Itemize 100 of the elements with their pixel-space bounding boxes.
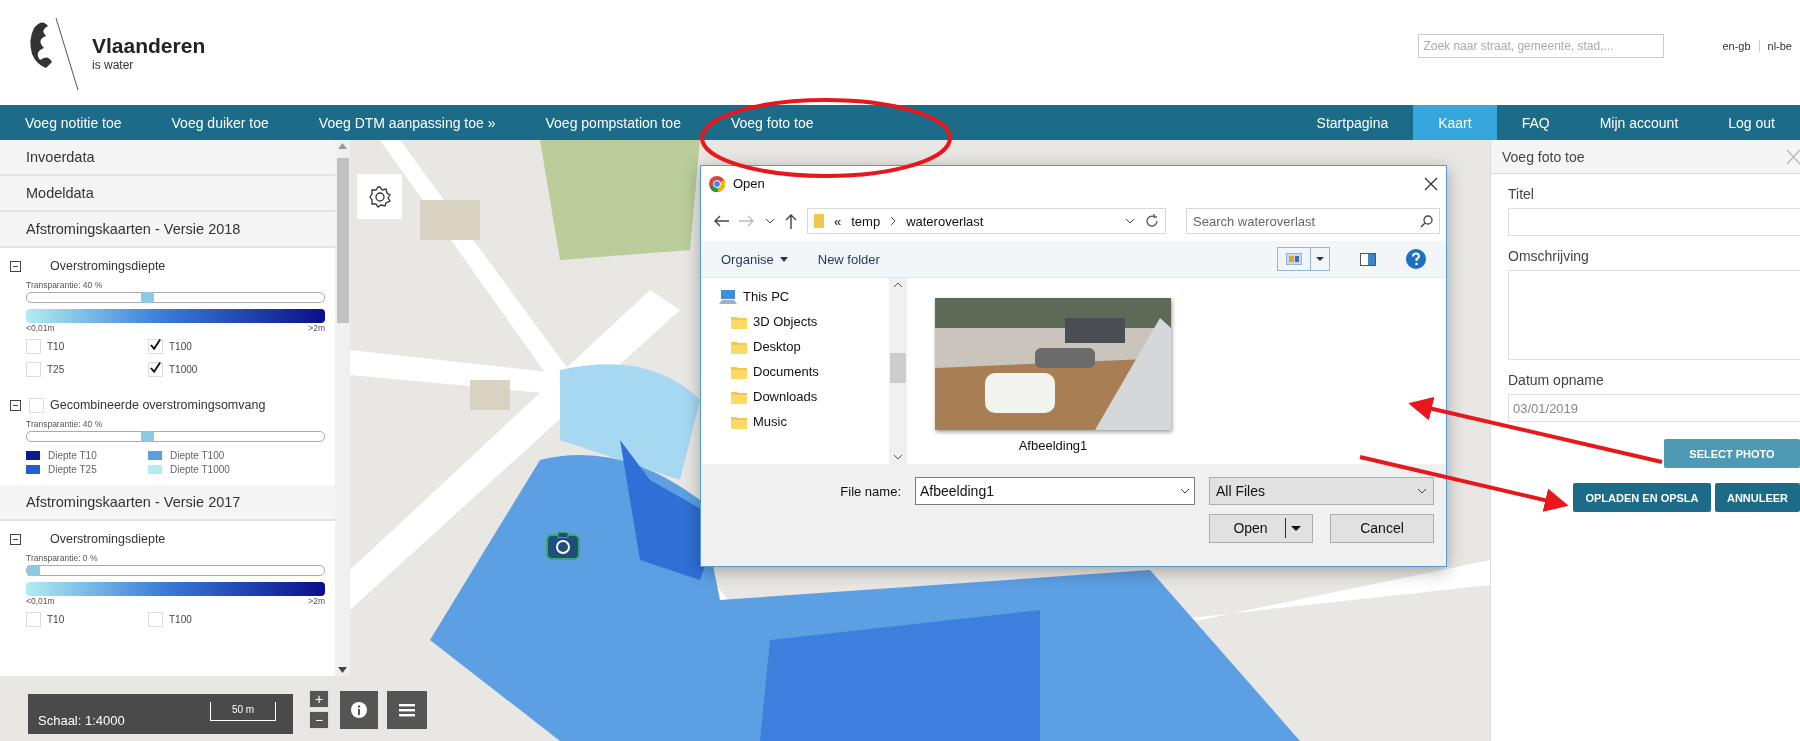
date-field[interactable]: 03/01/2019 (1508, 394, 1800, 422)
view-options-button[interactable] (1277, 247, 1330, 271)
section-header[interactable]: Afstromingskaarten - Versie 2018 (0, 212, 335, 248)
tree-item[interactable]: Desktop (753, 339, 801, 354)
checkbox[interactable] (26, 362, 41, 377)
new-folder-button[interactable]: New folder (817, 251, 880, 267)
search-field[interactable]: Search wateroverlast (1186, 208, 1440, 234)
chevron-down-icon[interactable] (765, 218, 775, 224)
tree-item[interactable]: Documents (753, 364, 819, 379)
layer-name: Overstromingsdiepte (50, 259, 166, 273)
camera-marker-icon[interactable] (546, 532, 580, 560)
field-label: Datum opname (1508, 372, 1605, 388)
legend-label: Diepte T25 (48, 464, 97, 475)
file-type-dropdown[interactable]: All Files (1209, 477, 1434, 505)
scroll-up-icon[interactable] (893, 282, 903, 288)
tree-item[interactable]: Downloads (753, 389, 818, 404)
file-name-label: File name: (839, 483, 901, 499)
caret-icon[interactable] (779, 256, 788, 262)
title-field[interactable] (1508, 208, 1800, 236)
scale-min-label: <0,01m (26, 596, 55, 606)
layer-name: Overstromingsdiepte (50, 532, 166, 546)
site-subtitle: is water (92, 57, 135, 72)
slider-thumb[interactable] (140, 292, 154, 303)
checkbox[interactable] (29, 397, 44, 413)
nav-item[interactable]: Voeg pompstation toe (520, 105, 706, 140)
collapse-icon[interactable] (10, 260, 21, 272)
checkbox[interactable] (148, 612, 163, 627)
scroll-down-icon[interactable] (893, 454, 903, 460)
nav-item[interactable]: Voeg duiker toe (146, 105, 294, 140)
language-link[interactable]: nl-be (1759, 40, 1800, 52)
zoom-out-button[interactable]: − (309, 711, 329, 729)
zoom-in-button[interactable]: + (309, 690, 329, 708)
scale-max-label: >2m (308, 596, 325, 606)
back-arrow-icon[interactable] (713, 215, 729, 227)
scale-bar: 50 m (210, 702, 276, 721)
search-field[interactable]: Zoek naar straat, gemeente, stad,... (1418, 34, 1665, 58)
nav-item[interactable]: Voeg foto toe (705, 105, 839, 140)
checkbox[interactable] (148, 362, 163, 377)
chevron-down-icon[interactable] (1125, 218, 1135, 224)
language-link[interactable]: en-gb (1714, 40, 1760, 52)
tree-item[interactable]: 3D Objects (753, 314, 818, 329)
path-segment[interactable]: wateroverlast (906, 213, 984, 229)
picture-view-icon (1286, 253, 1302, 265)
folder-icon (731, 339, 747, 354)
nav-item[interactable]: Voeg notitie toe (0, 105, 147, 140)
section-header[interactable]: Afstromingskaarten - Versie 2017 (0, 485, 335, 521)
tree-item[interactable]: This PC (743, 289, 790, 304)
path-segment[interactable]: temp (851, 213, 881, 229)
slider-thumb[interactable] (27, 565, 40, 576)
chevron-down-icon[interactable] (1180, 488, 1190, 494)
option-label: T25 (47, 364, 65, 375)
transparency-label: Transparantie: 0 % (26, 553, 99, 563)
collapse-icon[interactable] (10, 399, 21, 411)
checkbox[interactable] (148, 339, 163, 354)
file-name-field[interactable]: Afbeelding1 (915, 477, 1195, 505)
scroll-down-icon[interactable] (338, 667, 347, 673)
address-bar[interactable]: « temp wateroverlast (807, 208, 1166, 234)
nav-item[interactable]: FAQ (1496, 105, 1575, 140)
preview-pane-icon[interactable] (1360, 252, 1376, 266)
help-icon[interactable] (1406, 249, 1426, 269)
tree-item[interactable]: Music (753, 414, 787, 429)
folder-icon (731, 364, 747, 379)
scrollbar-thumb[interactable] (890, 353, 906, 383)
open-button[interactable]: Open (1209, 513, 1313, 543)
layer-name: Gecombineerde overstromingsomvang (50, 398, 266, 412)
file-name[interactable]: Afbeelding1 (1018, 438, 1088, 453)
section-header[interactable]: Invoerdata (0, 140, 335, 176)
checkbox[interactable] (26, 612, 41, 627)
collapse-icon[interactable] (10, 533, 21, 545)
dialog-title: Open (733, 176, 765, 191)
slider-thumb[interactable] (140, 431, 154, 442)
scale-max-label: >2m (308, 323, 325, 333)
settings-button[interactable] (357, 174, 402, 219)
info-button[interactable] (340, 691, 378, 729)
transparency-slider[interactable] (26, 292, 325, 303)
section-header[interactable]: Modeldata (0, 176, 335, 212)
transparency-label: Transparantie: 40 % (26, 419, 104, 429)
menu-button[interactable] (387, 691, 427, 729)
option-label: T10 (47, 341, 65, 352)
refresh-icon[interactable] (1145, 214, 1159, 228)
description-field[interactable] (1508, 270, 1800, 360)
option-label: T100 (169, 614, 192, 625)
path-overflow-label[interactable]: « (834, 213, 842, 229)
nav-item[interactable]: Log out (1703, 105, 1800, 140)
up-arrow-icon[interactable] (785, 213, 797, 229)
close-icon[interactable] (1424, 176, 1438, 191)
upload-save-button[interactable]: OPLADEN EN OPSLA (1573, 483, 1711, 512)
organise-menu[interactable]: Organise (721, 251, 774, 267)
transparency-label: Transparantie: 40 % (26, 280, 104, 290)
scrollbar-thumb[interactable] (337, 158, 349, 323)
cancel-button[interactable]: Cancel (1330, 513, 1434, 543)
transparency-slider[interactable] (26, 431, 325, 442)
computer-icon (719, 289, 737, 304)
cancel-button[interactable]: ANNULEER (1715, 483, 1800, 512)
browser-logo-icon (709, 175, 725, 192)
transparency-slider[interactable] (26, 565, 325, 576)
checkbox[interactable] (26, 339, 41, 354)
nav-item[interactable]: Startpagina (1291, 105, 1414, 140)
nav-item[interactable]: Mijn account (1574, 105, 1704, 140)
nav-item[interactable]: Voeg DTM aanpassing toe » (293, 105, 521, 140)
